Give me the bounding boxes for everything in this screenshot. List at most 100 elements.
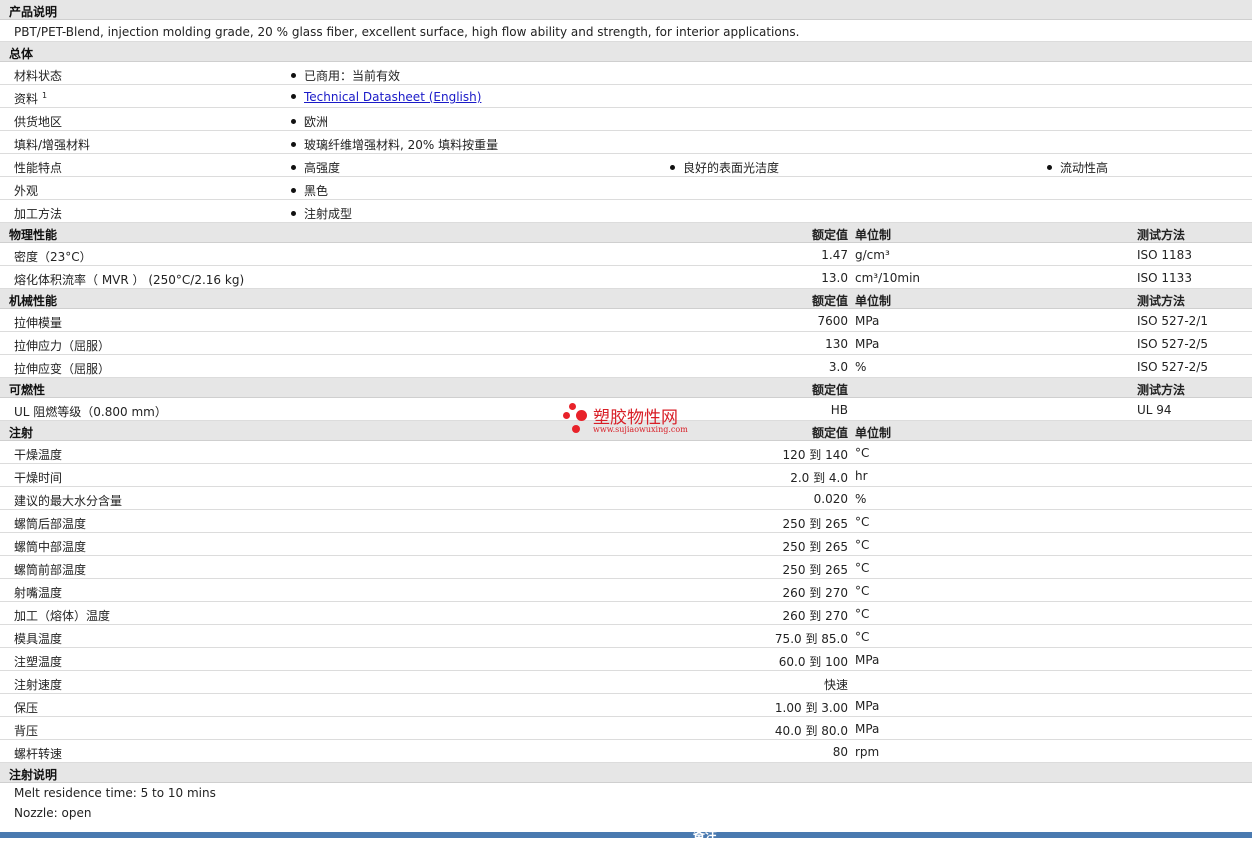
- mechanical-row: 拉伸应力（屈服） 130 MPa ISO 527-2/5: [0, 332, 1252, 355]
- property-unit: MPa: [855, 722, 880, 736]
- test-method: ISO 527-2/1: [1137, 314, 1208, 328]
- general-row: 供货地区 欧洲: [0, 108, 1252, 131]
- property-label: 干燥温度: [14, 448, 63, 462]
- property-unit: cm³/10min: [855, 271, 921, 285]
- property-value: 80: [832, 745, 848, 759]
- property-value: 75.0 到 85.0: [774, 632, 848, 646]
- row-label: 填料/增强材料: [14, 138, 91, 152]
- property-value: 260 到 270: [782, 586, 848, 600]
- property-value: 3.0: [828, 360, 848, 374]
- injection-row: 螺杆转速 80 rpm: [0, 740, 1252, 763]
- section-header-injection-notes: 注射说明: [0, 763, 1252, 783]
- bullet-item: 高强度: [291, 159, 340, 176]
- footer-bar: 备注: [0, 828, 1252, 842]
- row-label: 材料状态: [14, 69, 63, 83]
- section-title: 机械性能: [9, 294, 58, 308]
- datasheet-link-item[interactable]: Technical Datasheet (English): [291, 90, 481, 104]
- section-header-general: 总体: [0, 42, 1252, 62]
- bullet-item: 已商用：当前有效: [291, 67, 400, 84]
- property-value: HB: [830, 403, 848, 417]
- property-label: 干燥时间: [14, 471, 63, 485]
- col-header-unit: 单位制: [855, 294, 892, 308]
- property-unit: °C: [855, 515, 870, 529]
- col-header-unit: 单位制: [855, 228, 892, 242]
- injection-row: 保压 1.00 到 3.00 MPa: [0, 694, 1252, 717]
- injection-row: 螺筒后部温度 250 到 265 °C: [0, 510, 1252, 533]
- bullet-dot-icon: [1047, 165, 1052, 170]
- property-label: 密度（23°C）: [14, 250, 92, 264]
- col-header-value: 额定值: [811, 294, 848, 308]
- mechanical-rows: 拉伸模量 7600 MPa ISO 527-2/1 拉伸应力（屈服） 130 MPa ISO …: [0, 309, 1252, 378]
- footer-label: 备注: [693, 828, 718, 842]
- general-row: 资料 1 Technical Datasheet (English): [0, 85, 1252, 108]
- bullet-dot-icon: [670, 165, 675, 170]
- injection-row: 射嘴温度 260 到 270 °C: [0, 579, 1252, 602]
- injection-row: 螺筒前部温度 250 到 265 °C: [0, 556, 1252, 579]
- bullet-dot-icon: [291, 94, 296, 99]
- row-label-wrap: 资料 1: [14, 90, 47, 107]
- logo-dot-icon: [569, 403, 576, 410]
- bullet-text: 高强度: [304, 161, 341, 175]
- general-row: 加工方法 注射成型: [0, 200, 1252, 223]
- property-label: 注射速度: [14, 678, 63, 692]
- property-unit: °C: [855, 446, 870, 460]
- note-text: Nozzle: open: [14, 806, 92, 820]
- row-label: 加工方法: [14, 207, 63, 221]
- injection-row: 加工（熔体）温度 260 到 270 °C: [0, 602, 1252, 625]
- mechanical-row: 拉伸应变（屈服） 3.0% ISO 527-2/5: [0, 355, 1252, 378]
- row-label: 供货地区: [14, 115, 63, 129]
- property-value: 250 到 265: [782, 517, 848, 531]
- bullet-item: 欧洲: [291, 113, 328, 130]
- property-value: 1.00 到 3.00: [774, 701, 848, 715]
- property-value: 60.0 到 100: [778, 655, 848, 669]
- property-label: 螺筒后部温度: [14, 517, 87, 531]
- property-unit: g/cm³: [855, 248, 890, 262]
- property-label: 拉伸应变（屈服）: [14, 362, 111, 376]
- row-label: 性能特点: [14, 161, 63, 175]
- property-value: 260 到 270: [782, 609, 848, 623]
- property-unit: %: [855, 492, 867, 506]
- property-label: UL 阻燃等级（0.800 mm）: [14, 405, 167, 419]
- col-header-value: 额定值: [811, 383, 848, 397]
- general-row: 外观 黑色: [0, 177, 1252, 200]
- property-value: 7600: [817, 314, 848, 328]
- bullet-item: 流动性高: [1047, 159, 1108, 176]
- test-method: ISO 527-2/5: [1137, 337, 1208, 351]
- bullet-text: 注射成型: [304, 207, 353, 221]
- product-desc-row: PBT/PET-Blend, injection molding grade, …: [0, 20, 1252, 42]
- bullet-text: 欧洲: [304, 115, 329, 129]
- property-label: 建议的最大水分含量: [14, 494, 123, 508]
- test-method: ISO 1133: [1137, 271, 1192, 285]
- property-unit: °C: [855, 538, 870, 552]
- row-label: 外观: [14, 184, 39, 198]
- property-value: 120 到 140: [782, 448, 848, 462]
- property-value: 130: [825, 337, 848, 351]
- property-unit: MPa: [855, 314, 880, 328]
- property-value: 0.020: [813, 492, 848, 506]
- property-value: 2.0 到 4.0: [790, 471, 848, 485]
- general-row: 材料状态 已商用：当前有效: [0, 62, 1252, 85]
- property-label: 螺杆转速: [14, 747, 63, 761]
- bullet-text: 玻璃纤维增强材料, 20% 填料按重量: [304, 138, 499, 152]
- section-title: 总体: [9, 47, 34, 61]
- datasheet-link[interactable]: Technical Datasheet (English): [304, 90, 481, 104]
- note-row: Melt residence time: 5 to 10 mins: [0, 783, 1252, 803]
- property-label: 保压: [14, 701, 39, 715]
- general-rows: 材料状态 已商用：当前有效资料 1 Technical Datasheet (Engl…: [0, 62, 1252, 223]
- bullet-text: 黑色: [304, 184, 329, 198]
- footnote-marker: 1: [42, 91, 48, 100]
- property-unit: °C: [855, 561, 870, 575]
- property-label: 螺筒中部温度: [14, 540, 87, 554]
- product-desc-text: PBT/PET-Blend, injection molding grade, …: [14, 25, 800, 39]
- property-label: 射嘴温度: [14, 586, 63, 600]
- property-unit: °C: [855, 630, 870, 644]
- section-title: 注射说明: [9, 768, 58, 782]
- property-unit: °C: [855, 584, 870, 598]
- watermark-logo: 塑胶物性网 www.sujiaowuxing.com: [563, 401, 703, 437]
- notes-rows: Melt residence time: 5 to 10 mins Nozzle:…: [0, 783, 1252, 823]
- logo-dot-icon: [572, 425, 580, 433]
- property-unit: MPa: [855, 653, 880, 667]
- physical-rows: 密度（23°C） 1.47 g/cm³ ISO 1183 熔化体积流率（ MVR ） (…: [0, 243, 1252, 289]
- property-unit: hr: [855, 469, 868, 483]
- property-unit: MPa: [855, 337, 880, 351]
